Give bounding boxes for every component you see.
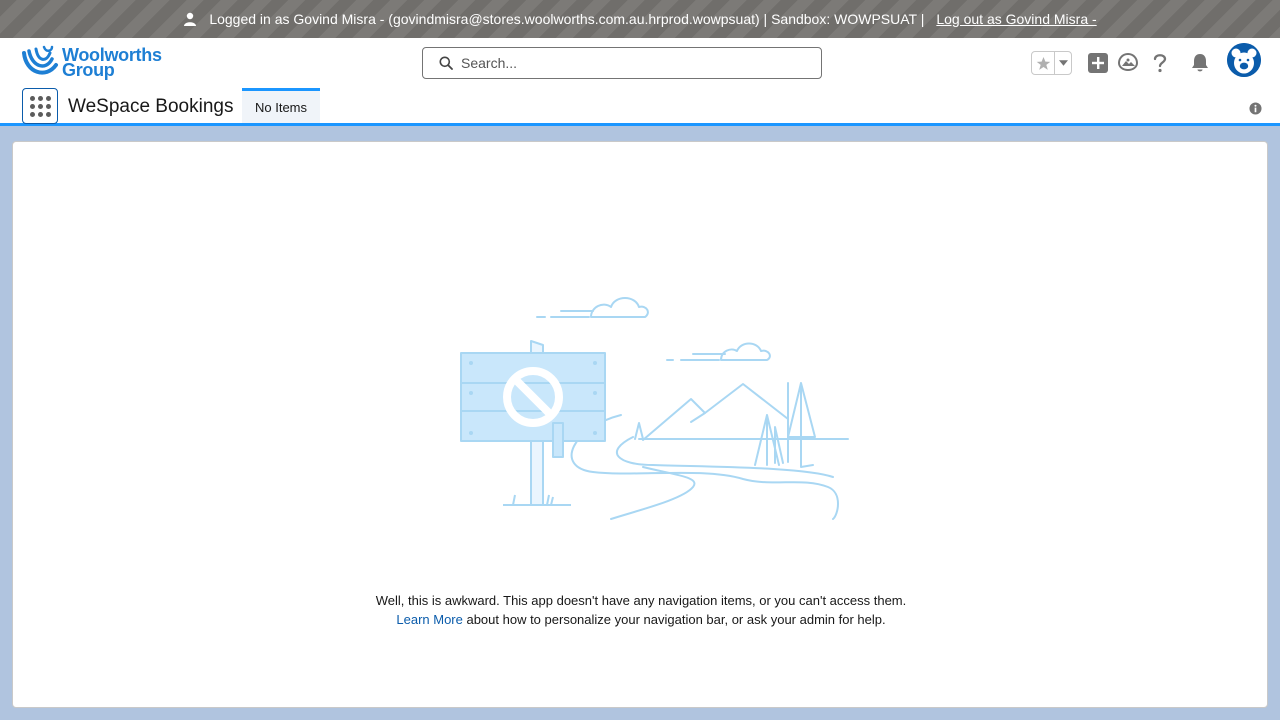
chevron-down-icon (1058, 60, 1068, 66)
info-icon[interactable] (1249, 102, 1262, 115)
notifications-button[interactable] (1188, 51, 1212, 75)
search-icon (439, 56, 453, 70)
star-icon (1036, 56, 1050, 70)
global-header: Woolworths Group (0, 38, 1280, 88)
logo-text: Woolworths Group (62, 46, 162, 80)
add-icon (1088, 53, 1108, 73)
user-icon (183, 12, 197, 26)
empty-state-message: Well, this is awkward. This app doesn't … (13, 591, 1269, 629)
favorites-dropdown-button[interactable] (1054, 52, 1071, 74)
help-button[interactable] (1148, 51, 1172, 75)
empty-state-illustration (460, 297, 849, 520)
help-icon (1153, 54, 1167, 73)
app-launcher-icon (29, 95, 51, 117)
favorites-group (1031, 51, 1072, 75)
favorites-button[interactable] (1032, 52, 1054, 74)
trailhead-button[interactable] (1116, 51, 1140, 75)
woolworths-logo[interactable]: Woolworths Group (20, 43, 180, 83)
global-actions-button[interactable] (1086, 51, 1110, 75)
learn-more-link[interactable]: Learn More (396, 612, 462, 627)
trailhead-icon (1117, 53, 1139, 72)
message-line2: Learn More about how to personalize your… (13, 610, 1269, 629)
logo-line2: Group (62, 60, 115, 80)
message-line1: Well, this is awkward. This app doesn't … (375, 593, 907, 608)
banner-text: Logged in as Govind Misra - (govindmisra… (209, 11, 925, 27)
app-launcher-button[interactable] (22, 88, 58, 124)
user-avatar-icon (1227, 43, 1261, 77)
avatar[interactable] (1227, 43, 1261, 77)
impersonation-banner: Logged in as Govind Misra - (govindmisra… (0, 0, 1280, 38)
message-line2-text: about how to personalize your navigation… (462, 612, 886, 627)
logout-link[interactable]: Log out as Govind Misra - (936, 11, 1096, 27)
search-input[interactable] (461, 55, 801, 71)
woolworths-logo-icon (22, 45, 58, 75)
app-navigation-bar: WeSpace Bookings No Items (0, 88, 1280, 126)
bell-icon (1192, 54, 1208, 72)
app-name: WeSpace Bookings (68, 96, 234, 117)
empty-state-card: Well, this is awkward. This app doesn't … (12, 141, 1268, 708)
global-search[interactable] (422, 47, 822, 79)
tab-no-items[interactable]: No Items (242, 88, 320, 123)
